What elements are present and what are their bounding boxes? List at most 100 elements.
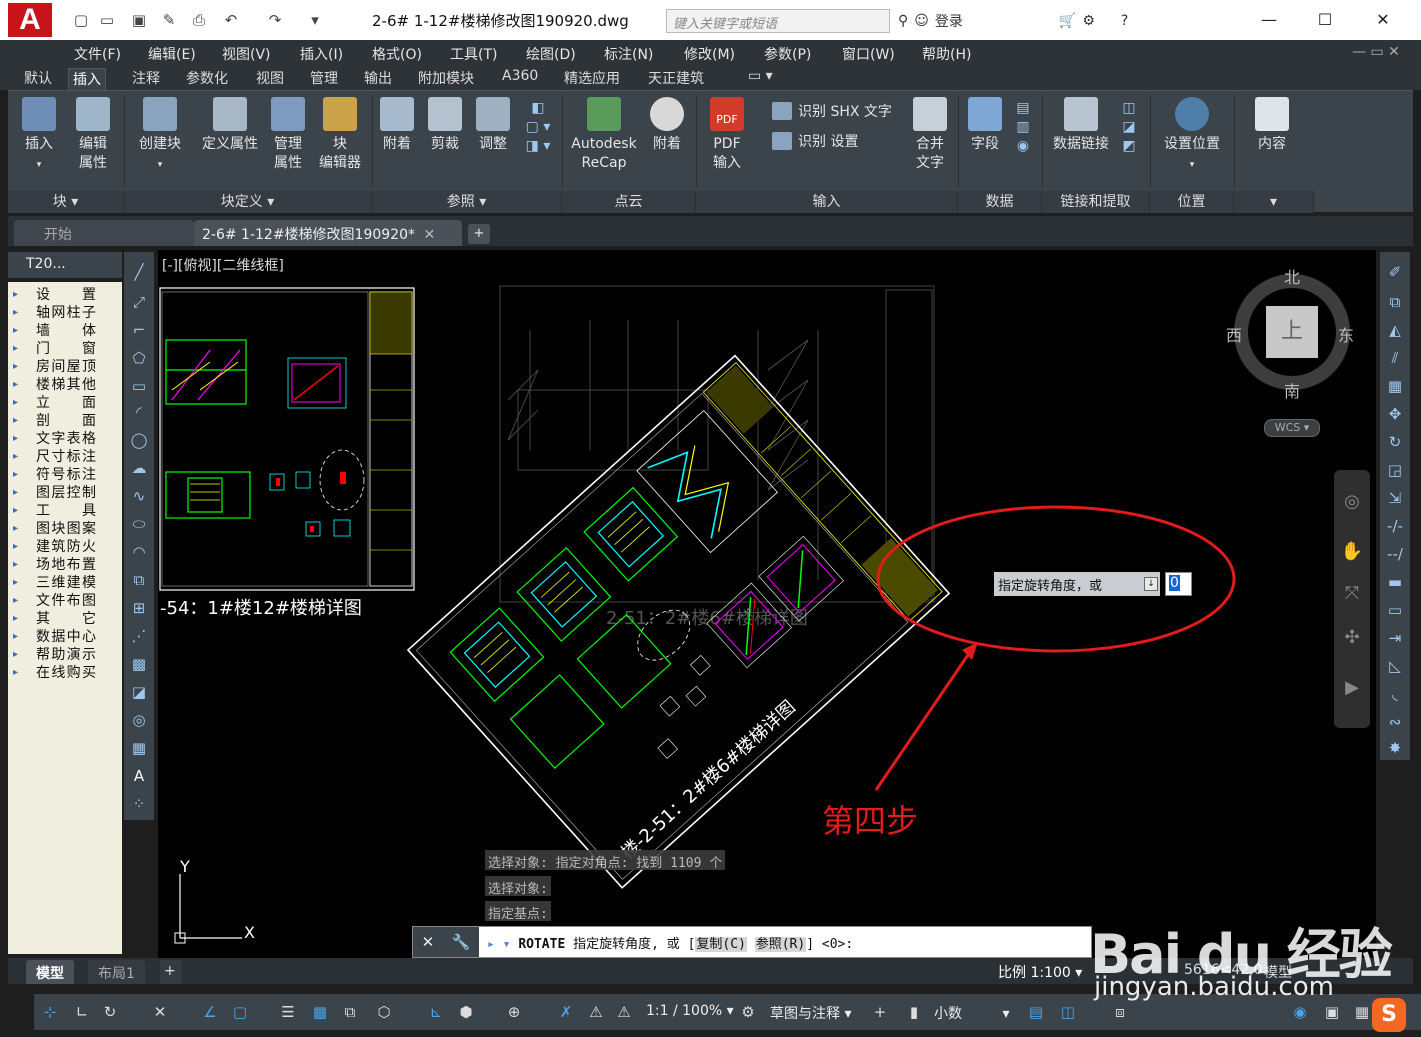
viewport-scale[interactable]: 比例 1:100 ▾ — [998, 962, 1082, 982]
expand-arrow-icon[interactable]: ▸ — [13, 448, 18, 466]
workspace-switch[interactable]: 草图与注释 ▾ — [770, 1003, 851, 1023]
ribbon-tab-view[interactable]: 视图 — [252, 68, 288, 90]
compass-south[interactable]: 南 — [1284, 378, 1300, 402]
menu-window[interactable]: 窗口(W) — [842, 44, 895, 64]
tab-start[interactable]: 开始 — [14, 220, 194, 246]
quick-properties-icon[interactable]: ▤ — [1026, 1002, 1046, 1022]
fillet-icon[interactable]: ◟ — [1385, 684, 1405, 704]
expand-arrow-icon[interactable]: ▸ — [13, 502, 18, 520]
panel-expand-icon[interactable]: ▾ — [1234, 191, 1314, 213]
menu-help[interactable]: 帮助(H) — [922, 44, 971, 64]
dynamic-ucs-icon[interactable]: ⊹ — [40, 1002, 60, 1022]
new-tab-button[interactable]: + — [468, 224, 490, 244]
adjust-button[interactable]: 调整 — [470, 97, 516, 154]
ribbon-tab-tangent[interactable]: 天正建筑 — [644, 68, 708, 90]
viewcube-top-face[interactable]: 上 — [1266, 306, 1318, 358]
zoom-extents-icon[interactable]: ⤧ — [1340, 582, 1364, 606]
tab-document[interactable]: 2-6# 1-12#楼梯修改图190920* ✕ — [194, 220, 462, 246]
search-input[interactable]: 键入关键字或短语 — [666, 9, 890, 33]
data-tools-icon[interactable]: ▤ ▥ ◉ — [1010, 99, 1036, 156]
annotation-scale-value[interactable]: 1:1 / 100% ▾ — [646, 1003, 734, 1019]
save-icon[interactable]: ▣ — [128, 9, 150, 31]
menu-format[interactable]: 格式(O) — [372, 44, 422, 64]
pdf-import-button[interactable]: PDF PDF 输入 — [700, 97, 754, 173]
join-icon[interactable]: ⇥ — [1385, 628, 1405, 648]
add-selected-icon[interactable]: ⁘ — [129, 794, 149, 814]
point-icon[interactable]: ⋰ — [129, 626, 149, 646]
showmotion-icon[interactable]: ▶ — [1340, 676, 1364, 700]
palette-item[interactable]: ▸ 图层控制 — [8, 484, 122, 502]
revision-cloud-icon[interactable]: ☁ — [129, 458, 149, 478]
expand-arrow-icon[interactable]: ▸ — [13, 394, 18, 412]
annotation-visibility-icon[interactable]: ✗ — [556, 1002, 576, 1022]
doc-window-controls-icon[interactable]: — ▭ ✕ — [1352, 44, 1400, 60]
menu-edit[interactable]: 编辑(E) — [148, 44, 196, 64]
palette-item[interactable]: ▸ 数据中心 — [8, 628, 122, 646]
multiline-text-icon[interactable]: A — [129, 766, 149, 786]
palette-item[interactable]: ▸ 符号标注 — [8, 466, 122, 484]
ribbon-tab-featured[interactable]: 精选应用 — [560, 68, 624, 90]
a360-icon[interactable]: ⚙ — [1082, 13, 1095, 29]
ellipse-icon[interactable]: ⬭ — [129, 514, 149, 534]
new-file-icon[interactable]: ▢ — [70, 9, 92, 31]
insert-block-tool-icon[interactable]: ⧉ — [129, 570, 149, 590]
palette-item[interactable]: ▸ 尺寸标注 — [8, 448, 122, 466]
menu-modify[interactable]: 修改(M) — [684, 44, 735, 64]
undo-icon[interactable]: ↶ — [220, 9, 242, 31]
expand-arrow-icon[interactable]: ▸ — [13, 556, 18, 574]
offset-icon[interactable]: ⫽ — [1385, 348, 1405, 368]
ortho-icon[interactable]: ∟ — [72, 1002, 92, 1022]
menu-tools[interactable]: 工具(T) — [450, 44, 497, 64]
save-as-icon[interactable]: ✎ — [158, 9, 180, 31]
rotation-angle-input[interactable]: 0 — [1165, 572, 1192, 596]
copy-icon[interactable]: ⧉ — [1385, 292, 1405, 312]
tab-close-icon[interactable]: ✕ — [423, 227, 435, 243]
break-at-point-icon[interactable]: ▬ — [1385, 572, 1405, 592]
panel-point-cloud[interactable]: 点云 — [562, 191, 696, 213]
trim-icon[interactable]: -/- — [1385, 516, 1405, 536]
autodesk-recap-button[interactable]: Autodesk ReCap — [564, 97, 644, 173]
combine-text-button[interactable]: 合并 文字 — [906, 97, 954, 173]
expand-arrow-icon[interactable]: ▸ — [13, 484, 18, 502]
expand-arrow-icon[interactable]: ▸ — [13, 466, 18, 484]
steering-wheel-icon[interactable]: ◎ — [1340, 490, 1364, 514]
3d-osnap-icon[interactable]: ⬡ — [374, 1002, 394, 1022]
minimize-icon[interactable]: — — [1254, 6, 1284, 34]
expand-arrow-icon[interactable]: ▸ — [13, 322, 18, 340]
help-icon[interactable]: ? — [1121, 13, 1128, 29]
3d-view-icon[interactable]: ⬢ — [456, 1002, 476, 1022]
dynamic-input-toggle-icon[interactable]: ⊾ — [426, 1002, 446, 1022]
menu-parametric[interactable]: 参数(P) — [764, 44, 811, 64]
field-button[interactable]: 字段 — [962, 97, 1008, 154]
palette-item[interactable]: ▸ 其它 — [8, 610, 122, 628]
clip-button[interactable]: 剪裁 — [422, 97, 468, 154]
viewport-controls-label[interactable]: [-][俯视][二维线框] — [162, 255, 284, 275]
close-icon[interactable]: ✕ — [1368, 6, 1398, 34]
set-location-button[interactable]: 设置位置 ▾ — [1156, 97, 1228, 175]
data-link-button[interactable]: 数据链接 — [1046, 97, 1116, 154]
recognize-shx-button[interactable]: 识别 SHX 文字 — [772, 101, 892, 121]
attach-button[interactable]: 附着 — [374, 97, 420, 154]
transparency-icon[interactable]: ▩ — [310, 1002, 330, 1022]
palette-item[interactable]: ▸ 图块图案 — [8, 520, 122, 538]
stretch-icon[interactable]: ⇲ — [1385, 488, 1405, 508]
make-block-icon[interactable]: ⊞ — [129, 598, 149, 618]
expand-arrow-icon[interactable]: ▸ — [13, 646, 18, 664]
command-prompt-text[interactable]: ▸ ▾ ROTATE 指定旋转角度, 或 [复制(C) 参照(R)] <0>: — [487, 933, 853, 952]
palette-item[interactable]: ▸ 门窗 — [8, 340, 122, 358]
reference-tools-icon[interactable]: ◧ ▢ ▾ ◨ ▾ — [520, 99, 556, 156]
table-icon[interactable]: ▦ — [129, 738, 149, 758]
selection-cycling-icon[interactable]: ⧉ — [340, 1002, 360, 1022]
command-option-copy[interactable]: 复制(C) — [695, 937, 747, 952]
palette-item[interactable]: ▸ 立面 — [8, 394, 122, 412]
expand-arrow-icon[interactable]: ▸ — [13, 286, 18, 304]
cart-icon[interactable]: 🛒 — [1059, 13, 1076, 29]
dynamic-input-options-icon[interactable]: ↓ — [1144, 577, 1158, 591]
tab-model[interactable]: 模型 — [26, 960, 74, 984]
attach-point-cloud-button[interactable]: 附着 — [644, 97, 690, 154]
expand-arrow-icon[interactable]: ▸ — [13, 304, 18, 322]
manage-attributes-button[interactable]: 管理 属性 — [264, 97, 312, 173]
recognize-settings-button[interactable]: 识别 设置 — [772, 131, 858, 151]
expand-arrow-icon[interactable]: ▸ — [13, 340, 18, 358]
polar-tracking-icon[interactable]: ↻ — [100, 1002, 120, 1022]
